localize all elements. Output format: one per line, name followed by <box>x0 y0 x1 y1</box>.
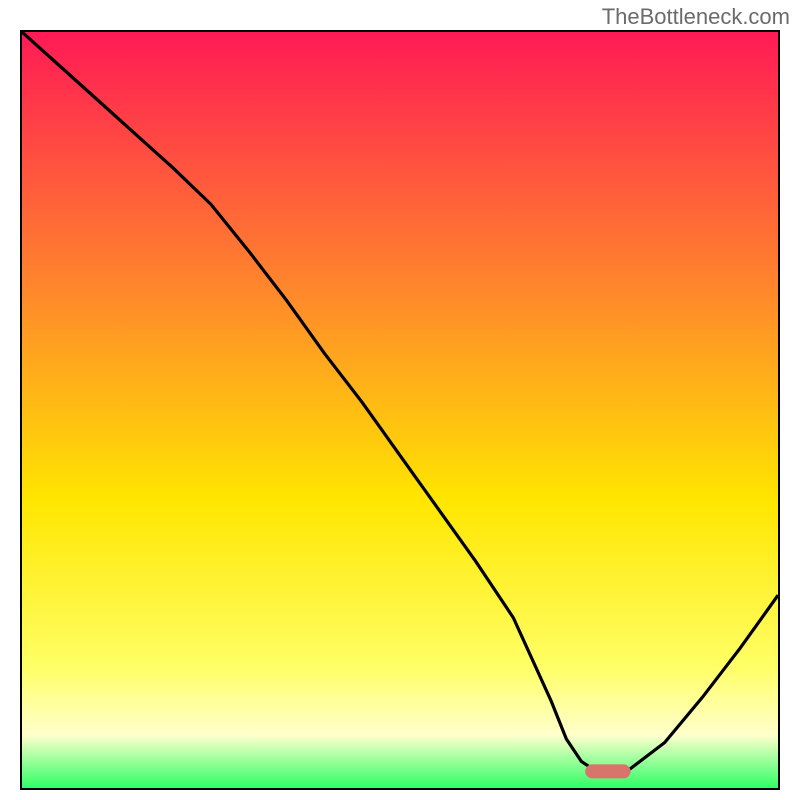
gradient-background <box>22 32 778 788</box>
plot-svg <box>22 32 778 788</box>
optimal-range-marker <box>585 764 630 778</box>
plot-frame <box>20 30 780 790</box>
watermark-text: TheBottleneck.com <box>602 4 790 30</box>
